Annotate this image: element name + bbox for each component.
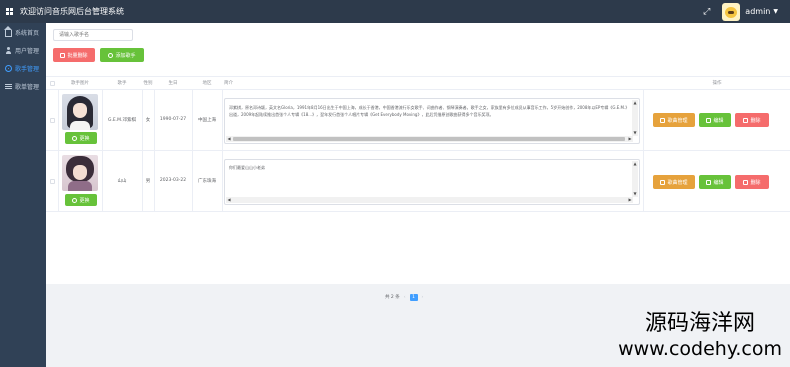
col-header-birthday: 生日 — [168, 81, 178, 86]
watermark-url: www.codehy.com — [618, 338, 782, 360]
select-all-checkbox[interactable] — [50, 81, 55, 86]
singer-region: 广东珠海 — [198, 179, 216, 184]
change-image-button[interactable]: 更换 — [65, 132, 97, 144]
sidebar-item-label: 用户管理 — [15, 47, 40, 55]
col-header-intro: 简介 — [224, 81, 233, 86]
table-header: 歌手图片 歌手 性别 生日 地区 简介 操作 — [46, 76, 790, 90]
col-header-gender: 性别 — [143, 81, 153, 86]
edit-label: 编辑 — [713, 179, 724, 186]
vertical-scrollbar[interactable]: ▲ ▼ — [632, 100, 638, 136]
admin-username[interactable]: admin — [745, 7, 770, 16]
sidebar-item-songlists[interactable]: 歌单管理 — [0, 77, 46, 95]
list-icon — [660, 179, 666, 185]
col-header-region: 地区 — [202, 81, 212, 86]
edit-icon — [706, 179, 712, 185]
trash-icon — [743, 117, 749, 123]
singer-gender: 女 — [145, 118, 151, 123]
delete-label: 删除 — [750, 179, 761, 186]
refresh-icon — [72, 197, 78, 203]
watermark-cn: 源码海洋网 — [645, 311, 756, 336]
col-header-image: 歌手图片 — [71, 81, 89, 86]
sidebar-item-label: 系统首页 — [15, 29, 40, 37]
singer-birthday: 1990-07-27 — [159, 117, 187, 122]
delete-label: 删除 — [750, 117, 761, 124]
pagination-total: 共 2 条 — [385, 295, 400, 300]
caret-down-icon[interactable]: ▼ — [773, 8, 778, 15]
singer-table: 歌手图片 歌手 性别 生日 地区 简介 操作 更换 G.E.M.邓紫棋 女 19… — [46, 76, 790, 212]
next-page-icon[interactable]: › — [422, 295, 424, 300]
page-number-current[interactable]: 1 — [409, 293, 418, 301]
delete-button[interactable]: 删除 — [735, 175, 769, 189]
col-header-singer: 歌手 — [117, 81, 127, 86]
intro-textarea[interactable]: 邓紫棋，原名邓诗颖，英文名Gloria，1991年8月16日出生于中国上海，成长… — [224, 98, 640, 144]
batch-delete-label: 批量删除 — [67, 52, 88, 59]
trash-icon — [743, 179, 749, 185]
grid-menu-icon[interactable] — [6, 7, 14, 16]
prev-page-icon[interactable]: ‹ — [404, 295, 406, 300]
search-input[interactable] — [53, 29, 133, 41]
singer-birthday: 2023-03-22 — [159, 178, 187, 183]
change-image-label: 更换 — [79, 197, 90, 204]
fullscreen-icon[interactable]: ⤢ — [703, 7, 710, 17]
col-header-actions: 操作 — [712, 81, 722, 86]
user-icon — [5, 46, 12, 54]
change-image-button[interactable]: 更换 — [65, 194, 97, 206]
sidebar-item-label: 歌手管理 — [15, 65, 40, 73]
refresh-icon — [72, 135, 78, 141]
intro-text: 邓紫棋，原名邓诗颖，英文名Gloria，1991年8月16日出生于中国上海，成长… — [229, 105, 628, 117]
singer-image — [62, 155, 98, 191]
edit-icon — [706, 117, 712, 123]
vertical-scrollbar[interactable]: ▲ ▼ — [632, 161, 638, 197]
pagination: 共 2 条 ‹ 1 › — [385, 293, 427, 301]
sidebar-item-singers[interactable]: 歌手管理 — [0, 59, 46, 77]
table-row: 更换 G.E.M.邓紫棋 女 1990-07-27 中国上海 邓紫棋，原名邓诗颖… — [46, 90, 790, 151]
batch-delete-button[interactable]: 批量删除 — [53, 48, 95, 62]
delete-button[interactable]: 删除 — [735, 113, 769, 127]
list-icon — [660, 117, 666, 123]
system-title: 欢迎访问音乐网后台管理系统 — [20, 7, 124, 16]
edit-label: 编辑 — [713, 117, 724, 124]
horizontal-scrollbar[interactable]: ◀ ▶ — [226, 197, 633, 203]
sidebar-item-home[interactable]: 系统首页 — [0, 23, 46, 41]
intro-textarea[interactable]: 你们最爱山山小老弟 ▲ ▼ ◀ ▶ — [224, 159, 640, 205]
edit-button[interactable]: 编辑 — [699, 113, 731, 127]
row-checkbox[interactable] — [50, 179, 55, 184]
header-right: ⤢ admin ▼ — [703, 0, 778, 23]
singer-region: 中国上海 — [198, 118, 216, 123]
admin-avatar[interactable] — [722, 2, 741, 21]
sidebar-item-users[interactable]: 用户管理 — [0, 41, 46, 59]
singer-gender: 男 — [145, 179, 151, 184]
home-icon — [4, 25, 12, 37]
singer-name: 山山 — [117, 179, 127, 184]
add-singer-button[interactable]: 添加歌手 — [100, 48, 144, 62]
edit-button[interactable]: 编辑 — [699, 175, 731, 189]
change-image-label: 更换 — [79, 135, 90, 142]
add-singer-label: 添加歌手 — [115, 52, 136, 59]
trash-icon — [60, 52, 66, 58]
plus-circle-icon — [108, 52, 114, 58]
singer-image — [62, 94, 98, 130]
singer-name: G.E.M.邓紫棋 — [107, 118, 136, 123]
sidebar-item-label: 歌单管理 — [15, 83, 40, 91]
intro-text: 你们最爱山山小老弟 — [229, 165, 265, 170]
song-manage-button[interactable]: 歌曲管理 — [653, 175, 695, 189]
row-checkbox[interactable] — [50, 118, 55, 123]
menu-icon — [5, 83, 12, 90]
horizontal-scrollbar[interactable]: ◀ ▶ — [226, 136, 633, 142]
song-manage-label: 歌曲管理 — [667, 117, 688, 124]
table-row: 更换 山山 男 2023-03-22 广东珠海 你们最爱山山小老弟 ▲ ▼ ◀ ▶ … — [46, 151, 790, 212]
singer-icon — [5, 64, 12, 72]
sidebar: 系统首页 用户管理 歌手管理 歌单管理 — [0, 23, 46, 367]
song-manage-button[interactable]: 歌曲管理 — [653, 113, 695, 127]
top-header: 欢迎访问音乐网后台管理系统 ⤢ admin ▼ — [0, 0, 790, 23]
watermark: 源码海洋网 www.codehy.com — [618, 311, 782, 361]
song-manage-label: 歌曲管理 — [667, 179, 688, 186]
